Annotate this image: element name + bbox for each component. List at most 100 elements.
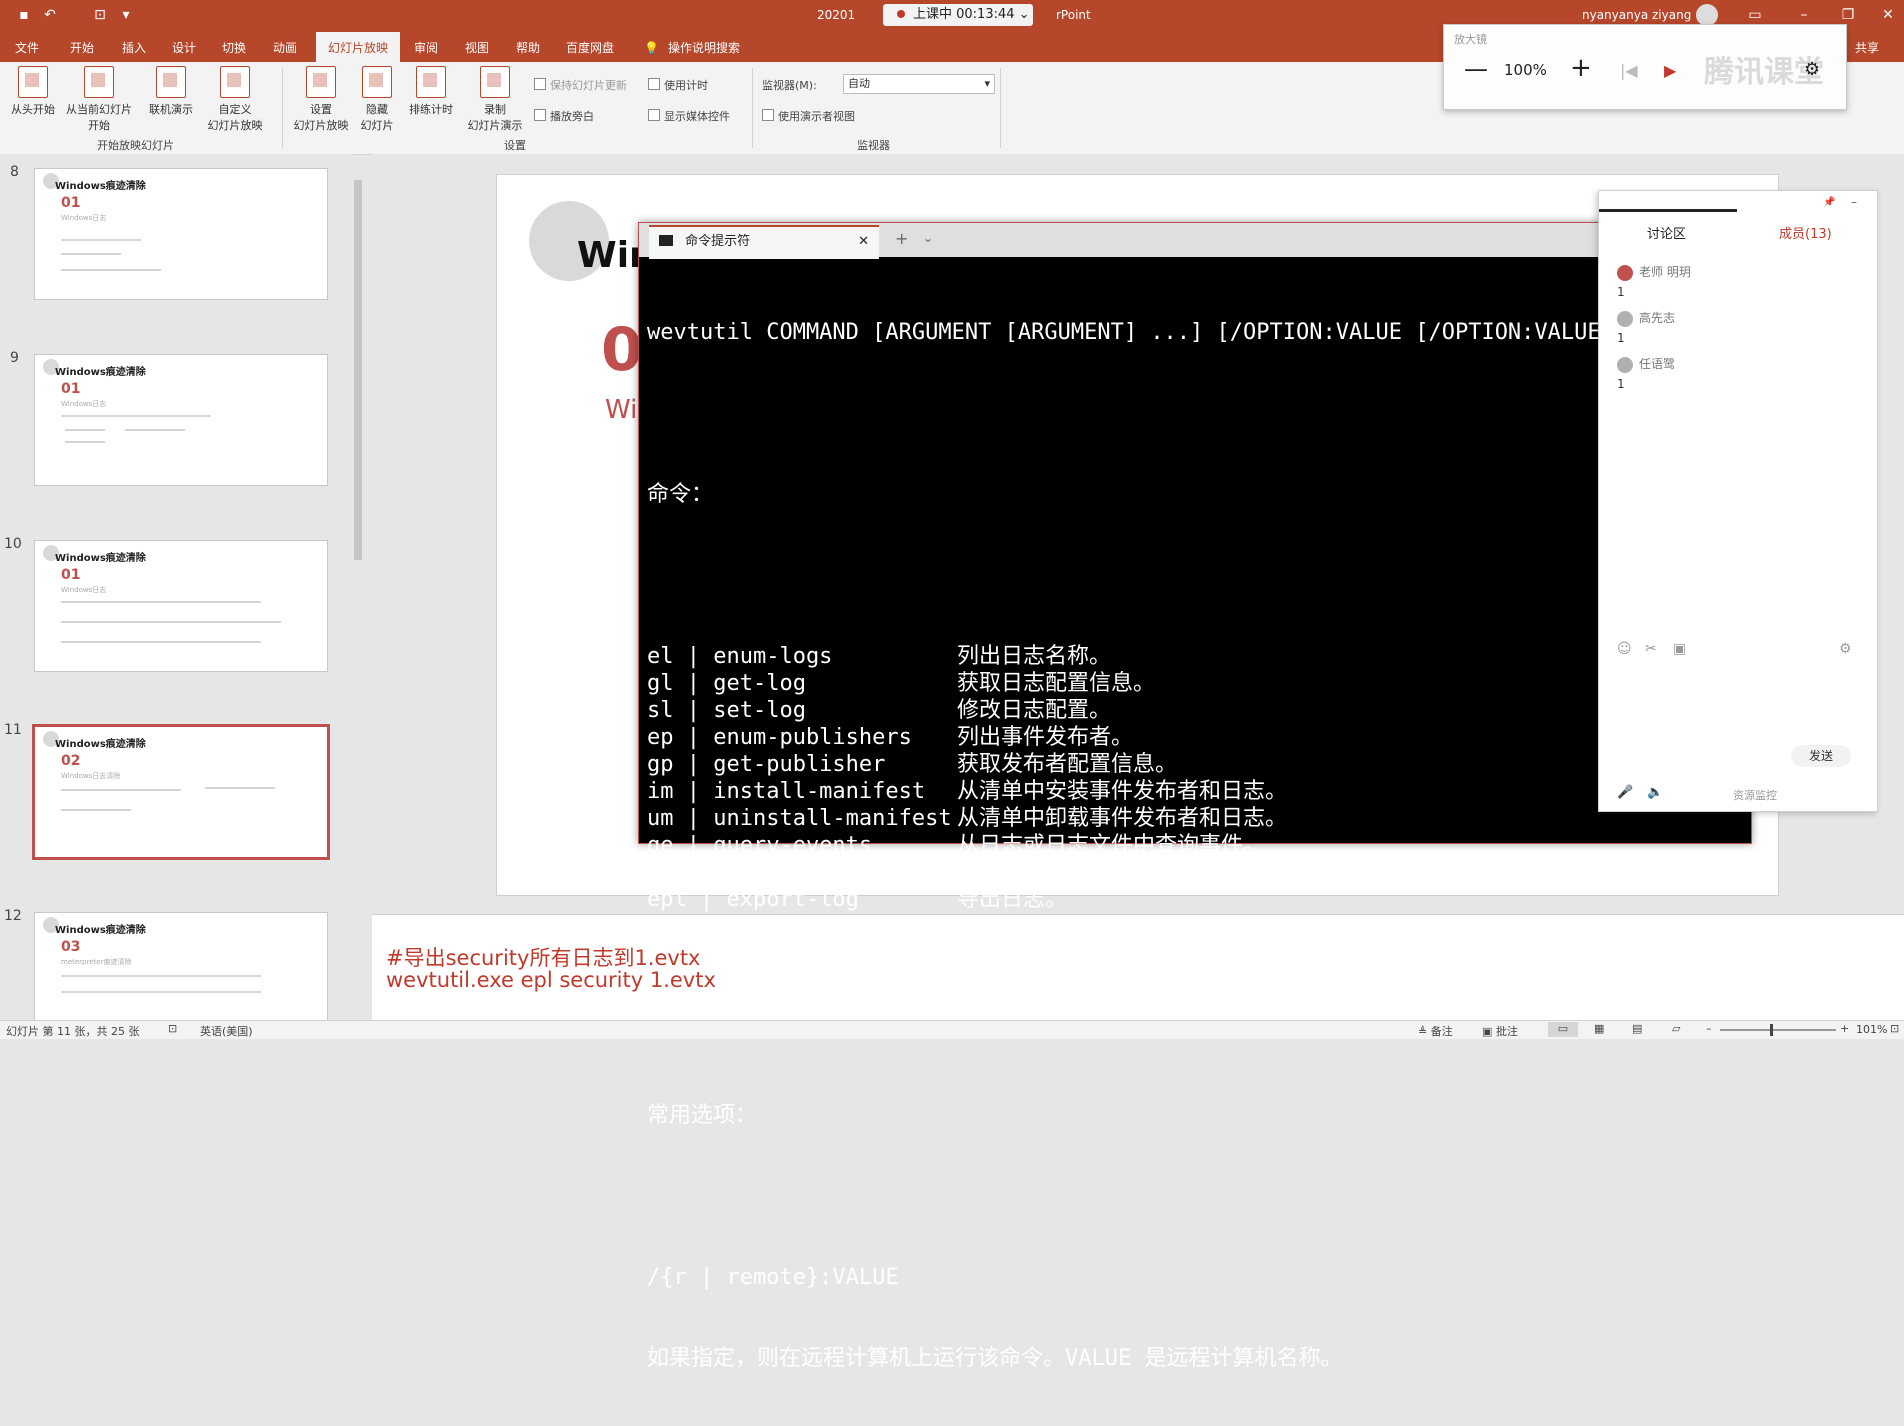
cmd-command-desc: 获取日志配置信息。 [957, 671, 1156, 696]
share-button[interactable]: 共享 [1855, 38, 1879, 58]
tab-transitions[interactable]: 切换 [222, 38, 246, 58]
tab-baidu-netdisk[interactable]: 百度网盘 [566, 38, 614, 58]
keep-updated-checkbox[interactable]: 保持幻灯片更新 [534, 77, 627, 93]
custom-show-button[interactable]: 自定义 幻灯片放映 [200, 66, 270, 133]
slide-thumbnail-selected[interactable]: Windows痕迹清除 02 Windows日志清除 [32, 724, 330, 860]
search-tell-me[interactable]: 操作说明搜索 [668, 38, 740, 58]
tab-members[interactable]: 成员(13) [1779, 223, 1832, 242]
new-tab-icon[interactable]: + [895, 229, 908, 248]
reading-view-icon[interactable]: ▤ [1632, 1022, 1642, 1035]
checkbox-icon [648, 109, 660, 121]
slide-thumbnail[interactable]: Windows痕迹清除 01 Windows日志 [34, 168, 328, 300]
thumb-line [61, 415, 211, 417]
fit-to-window-icon[interactable]: ⊡ [1890, 1022, 1899, 1035]
cmd-command-name: gl | get-log [647, 671, 806, 696]
message-header: 老师 明玥 [1617, 263, 1857, 281]
speaker-icon[interactable]: 🔈 [1647, 785, 1663, 800]
previous-icon[interactable]: |◀ [1620, 61, 1638, 80]
presenter-view-checkbox[interactable]: 使用演示者视图 [762, 108, 855, 124]
tab-file[interactable]: 文件 [15, 38, 39, 58]
message-header: 高先志 [1617, 309, 1857, 327]
tab-help[interactable]: 帮助 [516, 38, 540, 58]
tab-discussion[interactable]: 讨论区 [1647, 223, 1686, 242]
pin-icon[interactable]: 📌 [1823, 197, 1835, 208]
avatar[interactable] [1696, 4, 1718, 26]
minimize-icon[interactable]: – [1794, 5, 1814, 25]
user-name[interactable]: nyanyanya ziyang [1582, 8, 1691, 22]
setup-slideshow-button[interactable]: 设置 幻灯片放映 [290, 66, 352, 133]
resource-monitor[interactable]: 资源监控 [1733, 787, 1777, 803]
customize-qat-icon[interactable]: ▾ [116, 5, 136, 25]
tab-insert[interactable]: 插入 [122, 38, 146, 58]
chevron-down-icon[interactable]: ⌄ [923, 231, 933, 245]
avatar[interactable] [1617, 356, 1633, 373]
microphone-icon[interactable]: 🎤 [1617, 785, 1633, 800]
normal-view-icon[interactable]: ▭ [1548, 1022, 1578, 1037]
undo-icon[interactable]: ↶ [40, 5, 60, 25]
tab-view[interactable]: 视图 [465, 38, 489, 58]
tab-home[interactable]: 开始 [70, 38, 94, 58]
close-tab-icon[interactable]: ✕ [858, 227, 869, 257]
spellcheck-icon[interactable]: ⊡ [168, 1022, 177, 1035]
online-present-button[interactable]: 联机演示 [144, 66, 198, 117]
panel-minimize-icon[interactable]: – [1851, 195, 1857, 209]
slideshow-view-icon[interactable]: ▱ [1672, 1022, 1680, 1035]
rehearse-timings-button[interactable]: 排练计时 [404, 66, 458, 117]
image-icon[interactable]: ▣ [1673, 641, 1686, 657]
hide-slide-button[interactable]: 隐藏 幻灯片 [355, 66, 399, 133]
restore-icon[interactable]: ❐ [1838, 5, 1858, 25]
play-narration-checkbox[interactable]: 播放旁白 [534, 108, 594, 124]
zoom-slider[interactable] [1720, 1029, 1836, 1031]
zoom-percentage[interactable]: 101% [1856, 1023, 1887, 1036]
slide-thumbnail[interactable]: Windows痕迹清除 01 Windows日志 [34, 354, 328, 486]
cmd-tab[interactable]: 命令提示符 ✕ [649, 225, 879, 259]
avatar[interactable] [1617, 310, 1633, 327]
thumb-section: 01 [61, 195, 81, 211]
active-tab-indicator [1599, 209, 1737, 212]
scrollbar-thumb[interactable] [354, 180, 362, 560]
language-indicator[interactable]: 英语(美国) [200, 1023, 253, 1039]
settings-gear-icon[interactable]: ⚙ [1804, 59, 1820, 80]
group-separator [282, 68, 283, 148]
settings-icon[interactable]: ⚙ [1839, 641, 1852, 657]
presenter-view-label: 使用演示者视图 [778, 110, 855, 123]
zoom-in-button[interactable]: + [1570, 53, 1592, 83]
slide-count: 幻灯片 第 11 张，共 25 张 [6, 1025, 140, 1038]
slide-sorter-icon[interactable]: ▦ [1594, 1022, 1604, 1035]
use-timings-checkbox[interactable]: 使用计时 [648, 77, 708, 93]
from-current-button[interactable]: 从当前幻灯片 开始 [62, 66, 136, 133]
comments-button[interactable]: ▣ 批注 [1482, 1023, 1518, 1039]
cmd-command-desc: 列出事件发布者。 [957, 725, 1134, 750]
from-start-button[interactable]: 从头开始 [8, 66, 58, 117]
tab-design[interactable]: 设计 [172, 38, 196, 58]
zoom-out-status-icon[interactable]: – [1706, 1022, 1712, 1035]
send-button[interactable]: 发送 [1791, 745, 1851, 767]
tab-animations[interactable]: 动画 [273, 38, 297, 58]
show-media-checkbox[interactable]: 显示媒体控件 [648, 108, 730, 124]
thumb-line [125, 429, 185, 431]
message-text: 1 [1617, 330, 1625, 345]
play-icon[interactable]: ▶ [1664, 61, 1676, 80]
cmd-command-row: sl | set-log 修改日志配置。 [647, 697, 1747, 724]
slideshow-quick-icon[interactable]: ⊡ [90, 5, 110, 25]
close-icon[interactable]: ✕ [1878, 5, 1898, 25]
zoom-slider-thumb[interactable] [1770, 1024, 1773, 1036]
emoji-icon[interactable]: ☺ [1617, 641, 1632, 657]
cmd-command-row: epl | export-log 导出日志。 [647, 886, 1747, 913]
zoom-out-button[interactable]: — [1464, 55, 1488, 83]
monitor-select[interactable]: 自动 ▾ [843, 74, 995, 94]
slide-thumbnail[interactable]: Windows痕迹清除 03 meterpreter痕迹清除 [34, 912, 328, 1022]
zoom-in-status-icon[interactable]: + [1840, 1022, 1849, 1035]
recording-status[interactable]: 上课中 00:13:44 ⌄ [883, 4, 1033, 26]
tab-review[interactable]: 审阅 [414, 38, 438, 58]
slide-thumbnail[interactable]: Windows痕迹清除 01 Windows日志 [34, 540, 328, 672]
record-slideshow-button[interactable]: 录制 幻灯片演示 [460, 66, 530, 133]
tab-slideshow[interactable]: 幻灯片放映 [316, 32, 400, 62]
notes-button[interactable]: ≜ 备注 [1418, 1023, 1453, 1039]
save-icon[interactable]: ▪ [14, 5, 34, 25]
avatar[interactable] [1617, 264, 1633, 281]
ribbon-display-icon[interactable]: ▭ [1745, 5, 1765, 25]
hide-slide-icon [362, 66, 392, 98]
scissors-icon[interactable]: ✂ [1645, 641, 1657, 657]
command-prompt-window[interactable]: 命令提示符 ✕ + ⌄ wevtutil COMMAND [ARGUMENT [… [638, 222, 1752, 1371]
